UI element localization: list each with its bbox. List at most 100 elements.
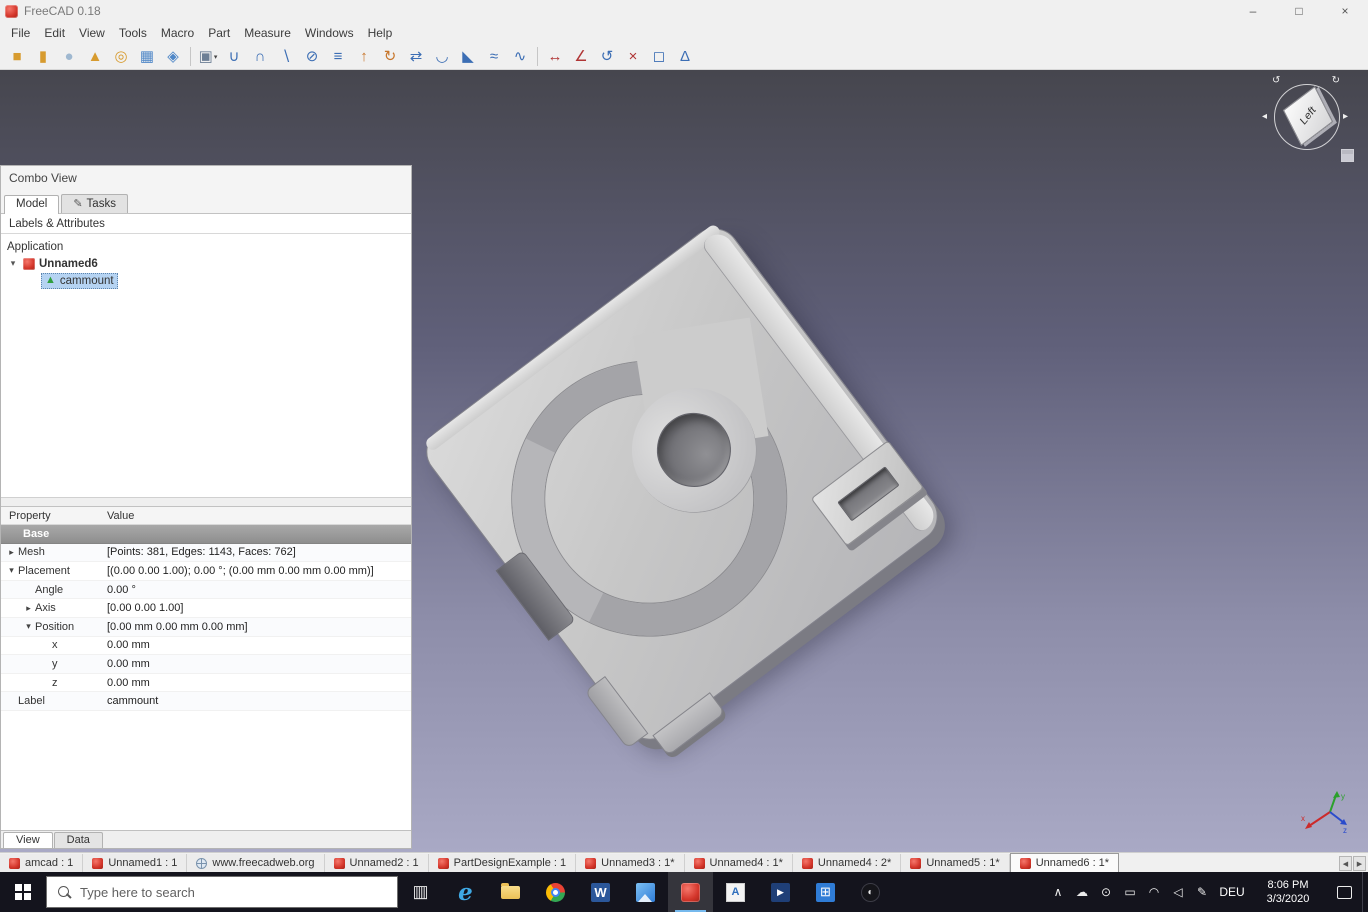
mdi-tab-unnamed5-1[interactable]: Unnamed5 : 1*: [901, 854, 1010, 872]
part-section-icon[interactable]: ⊘: [299, 45, 325, 69]
tree-item-unnamed6[interactable]: ▾ Unnamed6: [1, 255, 411, 272]
dark-circle-app-icon[interactable]: ◐: [848, 872, 893, 912]
3d-part-cammount[interactable]: [415, 217, 949, 757]
mdi-tab-unnamed1-1[interactable]: Unnamed1 : 1: [83, 854, 188, 872]
onedrive-icon[interactable]: ☁: [1070, 872, 1094, 912]
battery-icon[interactable]: ▭: [1118, 872, 1142, 912]
part-boolean-cut-icon[interactable]: ∖: [273, 45, 299, 69]
close-button[interactable]: ×: [1322, 0, 1368, 22]
menu-measure[interactable]: Measure: [237, 23, 298, 43]
combo-bottom-tab-data[interactable]: Data: [53, 832, 103, 848]
search-box[interactable]: [46, 876, 398, 908]
combo-tab-model[interactable]: Model: [4, 195, 60, 214]
mdi-tab-unnamed6-1[interactable]: Unnamed6 : 1*: [1009, 853, 1120, 872]
maximize-button[interactable]: □: [1276, 0, 1322, 22]
menu-part[interactable]: Part: [201, 23, 237, 43]
mdi-scroll-right-button[interactable]: ▶: [1353, 856, 1366, 871]
prop-row-base[interactable]: Base: [1, 525, 411, 544]
prop-row-mesh[interactable]: ▸ Mesh [Points: 381, Edges: 1143, Faces: 7…: [1, 543, 411, 563]
mdi-scroll-left-button[interactable]: ◀: [1339, 856, 1352, 871]
pen-icon[interactable]: ✎: [1190, 872, 1214, 912]
measure-linear-icon[interactable]: ↔: [542, 45, 568, 69]
movies-app-icon[interactable]: ▶: [758, 872, 803, 912]
start-button[interactable]: [0, 872, 46, 912]
combo-bottom-tab-view[interactable]: View: [3, 832, 53, 848]
mdi-tab-www-freecadweb-org[interactable]: www.freecadweb.org: [187, 854, 325, 872]
file-explorer-app-icon[interactable]: [488, 872, 533, 912]
rotate-ccw-icon[interactable]: ↺: [1272, 76, 1280, 86]
navcube-right-arrow-icon[interactable]: ▸: [1343, 112, 1348, 122]
menu-tools[interactable]: Tools: [112, 23, 154, 43]
part-sweep-icon[interactable]: ∿: [507, 45, 533, 69]
prop-row-label[interactable]: Label cammount: [1, 692, 411, 711]
meet-now-icon[interactable]: ⊙: [1094, 872, 1118, 912]
photos-app-icon[interactable]: [623, 872, 668, 912]
measure-clear-icon[interactable]: ×: [620, 45, 646, 69]
part-fillet-icon[interactable]: ◡: [429, 45, 455, 69]
prop-row-x[interactable]: x 0.00 mm: [1, 637, 411, 656]
photo-viewer-app-icon[interactable]: A: [713, 872, 758, 912]
part-mirror-icon[interactable]: ⇄: [403, 45, 429, 69]
mdi-tab-unnamed4-2[interactable]: Unnamed4 : 2*: [792, 854, 902, 872]
part-cone-icon[interactable]: ▲: [82, 45, 108, 69]
navcube-left-arrow-icon[interactable]: ◂: [1262, 112, 1267, 122]
part-sphere-icon[interactable]: ●: [56, 45, 82, 69]
mdi-tab-amcad-1[interactable]: amcad : 1: [0, 854, 84, 872]
word-app-icon[interactable]: W: [578, 872, 623, 912]
combo-tab-tasks[interactable]: ✎ Tasks: [61, 194, 128, 213]
action-center-button[interactable]: [1326, 872, 1362, 912]
part-boolean-union-icon[interactable]: ∪: [221, 45, 247, 69]
navigation-cube[interactable]: ↺ ↻ ◂ ▸ Left: [1260, 76, 1356, 164]
tree-item-cammount[interactable]: ▲ cammount: [1, 272, 411, 289]
menu-file[interactable]: File: [4, 23, 37, 43]
expander-placement[interactable]: ▾: [5, 565, 18, 576]
mdi-tab-unnamed4-1[interactable]: Unnamed4 : 1*: [684, 854, 793, 872]
menu-help[interactable]: Help: [361, 23, 400, 43]
edge-app-icon[interactable]: e: [443, 872, 488, 912]
measure-angular-icon[interactable]: ∠: [568, 45, 594, 69]
menu-view[interactable]: View: [72, 23, 112, 43]
panel-splitter[interactable]: [1, 497, 411, 506]
prop-row-axis[interactable]: ▸ Axis [0.00 0.00 1.00]: [1, 599, 411, 618]
prop-row-angle[interactable]: Angle 0.00 °: [1, 580, 411, 600]
expander-mesh[interactable]: ▸: [5, 547, 18, 558]
rotate-cw-icon[interactable]: ↻: [1332, 76, 1340, 86]
part-cylinder-icon[interactable]: ▮: [30, 45, 56, 69]
expander-position[interactable]: ▾: [22, 621, 35, 632]
part-compound-icon[interactable]: ▣ ▾: [195, 45, 221, 69]
minimize-button[interactable]: –: [1230, 0, 1276, 22]
part-extrude-icon[interactable]: ↑: [351, 45, 377, 69]
tree-expander-icon[interactable]: ▾: [7, 258, 19, 269]
part-box-icon[interactable]: ■: [4, 45, 30, 69]
part-primitives-icon[interactable]: ▦: [134, 45, 160, 69]
mdi-tab-unnamed3-1[interactable]: Unnamed3 : 1*: [576, 854, 685, 872]
chrome-app-icon[interactable]: [533, 872, 578, 912]
prop-row-z[interactable]: z 0.00 mm: [1, 674, 411, 693]
prop-row-placement[interactable]: ▾ Placement [(0.00 0.00 1.00); 0.00 °; (0.…: [1, 562, 411, 581]
menu-edit[interactable]: Edit: [37, 23, 72, 43]
part-cross-sections-icon[interactable]: ≡: [325, 45, 351, 69]
network-icon[interactable]: ◠: [1142, 872, 1166, 912]
volume-icon[interactable]: ◁: [1166, 872, 1190, 912]
clock[interactable]: 8:06 PM 3/3/2020: [1250, 872, 1326, 912]
prop-row-position[interactable]: ▾ Position [0.00 mm 0.00 mm 0.00 mm]: [1, 617, 411, 637]
task-view-button[interactable]: ▥: [398, 872, 443, 912]
menu-macro[interactable]: Macro: [154, 23, 201, 43]
part-shapebuilder-icon[interactable]: ◈: [160, 45, 186, 69]
menu-windows[interactable]: Windows: [298, 23, 361, 43]
part-boolean-common-icon[interactable]: ∩: [247, 45, 273, 69]
navcube-menu-icon[interactable]: [1341, 149, 1354, 162]
prop-row-y[interactable]: y 0.00 mm: [1, 655, 411, 674]
measure-toggle-delta-icon[interactable]: Δ: [672, 45, 698, 69]
tray-expand-icon[interactable]: ∧: [1046, 872, 1070, 912]
freecad-app-icon[interactable]: [668, 872, 713, 912]
store-app-icon[interactable]: ⊞: [803, 872, 848, 912]
mdi-tab-unnamed2-1[interactable]: Unnamed2 : 1: [324, 854, 429, 872]
part-chamfer-icon[interactable]: ◣: [455, 45, 481, 69]
expander-axis[interactable]: ▸: [22, 603, 35, 614]
part-torus-icon[interactable]: ◎: [108, 45, 134, 69]
language-indicator[interactable]: DEU: [1214, 872, 1250, 912]
measure-toggle-3d-icon[interactable]: ◻: [646, 45, 672, 69]
search-input[interactable]: [80, 884, 360, 900]
mdi-tab-partdesignexample-1[interactable]: PartDesignExample : 1: [428, 854, 577, 872]
